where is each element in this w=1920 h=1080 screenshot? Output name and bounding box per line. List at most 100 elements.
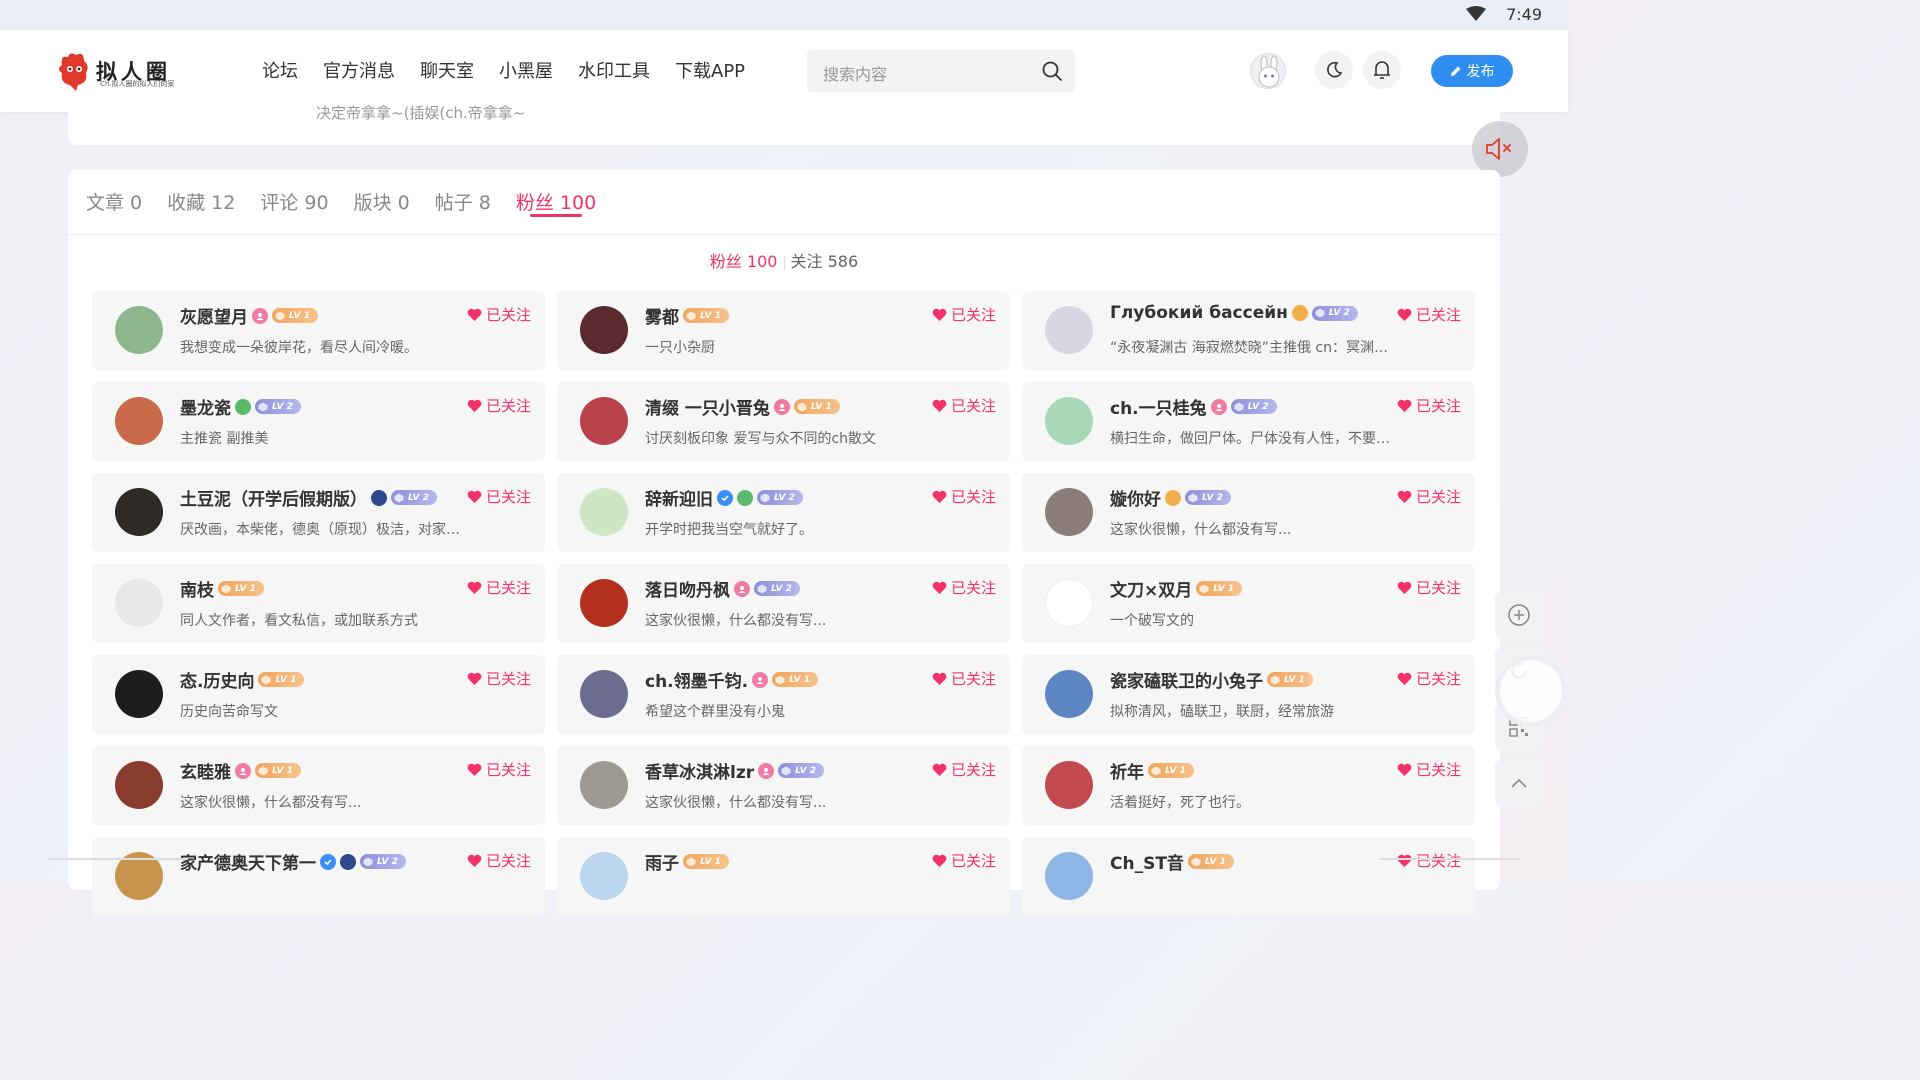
fan-name[interactable]: 雨子 bbox=[645, 849, 679, 874]
fan-card[interactable]: 灰愿望月 LV 1 我想变成一朵彼岸花，看尽人间冷暖。 已关注 bbox=[92, 291, 545, 370]
fan-name[interactable]: 土豆泥（开学后假期版） bbox=[180, 485, 367, 510]
fan-card[interactable]: 态.历史向 LV 1 历史向苦命写文 已关注 bbox=[92, 655, 545, 734]
fan-name[interactable]: 玄睦雅 bbox=[180, 758, 231, 783]
fan-card[interactable]: ch.翎墨千钧. LV 1 希望这个群里没有小鬼 已关注 bbox=[557, 655, 1010, 734]
fan-avatar[interactable] bbox=[1045, 579, 1093, 627]
assistive-touch-button[interactable] bbox=[1495, 655, 1567, 727]
fan-name[interactable]: 南枝 bbox=[180, 576, 214, 601]
fan-avatar[interactable] bbox=[115, 670, 163, 718]
search-input[interactable]: 搜索内容 bbox=[823, 61, 887, 85]
nav-forum[interactable]: 论坛 bbox=[262, 57, 298, 83]
fan-card[interactable]: 瓷家磕联卫的小兔子 LV 1 拟称清风，磕联卫，联厨，经常旅游 已关注 bbox=[1022, 655, 1475, 734]
tab-boards[interactable]: 版块 0 bbox=[354, 186, 410, 234]
followed-button[interactable]: 已关注 bbox=[932, 759, 996, 780]
fan-card[interactable]: 清缀 一只小晋兔 LV 1 讨厌刻板印象 爱写与众不同的ch散文 已关注 bbox=[557, 382, 1010, 461]
followed-button[interactable]: 已关注 bbox=[1397, 668, 1461, 689]
fan-card[interactable]: 土豆泥（开学后假期版） LV 2 厌改画，本柴佬，德奥（原现）极洁，对家别来（… 已关… bbox=[92, 473, 545, 552]
followed-button[interactable]: 已关注 bbox=[1397, 577, 1461, 598]
add-button[interactable] bbox=[1495, 591, 1543, 639]
fan-avatar[interactable] bbox=[1045, 306, 1093, 354]
fan-avatar[interactable] bbox=[580, 488, 628, 536]
fan-avatar[interactable] bbox=[115, 306, 163, 354]
fan-name[interactable]: 文刀×双月 bbox=[1110, 576, 1192, 601]
tab-favorites[interactable]: 收藏 12 bbox=[167, 186, 235, 234]
fan-name[interactable]: 态.历史向 bbox=[180, 667, 254, 692]
fan-name[interactable]: 辞新迎旧 bbox=[645, 485, 713, 510]
search-icon[interactable] bbox=[1041, 60, 1063, 82]
fan-name[interactable]: 家产德奥天下第一 bbox=[180, 849, 316, 874]
fan-card[interactable]: 玄睦雅 LV 1 这家伙很懒，什么都没有写... 已关注 bbox=[92, 746, 545, 825]
fan-card[interactable]: 南枝 LV 1 同人文作者，看文私信，或加联系方式 已关注 bbox=[92, 564, 545, 643]
fan-card[interactable]: 雾都 LV 1 一只小杂厨 已关注 bbox=[557, 291, 1010, 370]
fan-card[interactable]: Глубокий бассейн LV 2 “永夜凝渊古 海寂燃焚晓”主推俄 cn：… bbox=[1022, 291, 1475, 370]
fan-name[interactable]: 落日吻丹枫 bbox=[645, 576, 730, 601]
fan-card[interactable]: 雨子 LV 1 已关注 bbox=[557, 837, 1010, 916]
fan-name[interactable]: 雾都 bbox=[645, 303, 679, 328]
fan-name[interactable]: Глубокий бассейн bbox=[1110, 303, 1288, 323]
followed-button[interactable]: 已关注 bbox=[1397, 850, 1461, 871]
fan-name[interactable]: Ch_ST音 bbox=[1110, 849, 1184, 874]
site-logo[interactable]: 拟人圈 Ch.拟人圈的拟人们的家 bbox=[56, 50, 186, 92]
nav-watermark-tool[interactable]: 水印工具 bbox=[578, 57, 650, 83]
followed-button[interactable]: 已关注 bbox=[467, 668, 531, 689]
fan-card[interactable]: 辞新迎旧 LV 2 开学时把我当空气就好了。 已关注 bbox=[557, 473, 1010, 552]
followed-button[interactable]: 已关注 bbox=[932, 395, 996, 416]
fan-avatar[interactable] bbox=[580, 761, 628, 809]
fan-avatar[interactable] bbox=[580, 306, 628, 354]
fan-name[interactable]: 墨龙瓷 bbox=[180, 394, 231, 419]
publish-button[interactable]: 发布 bbox=[1431, 55, 1513, 87]
fan-name[interactable]: 嫙你好 bbox=[1110, 485, 1161, 510]
followed-button[interactable]: 已关注 bbox=[1397, 486, 1461, 507]
fan-avatar[interactable] bbox=[115, 579, 163, 627]
followed-button[interactable]: 已关注 bbox=[467, 850, 531, 871]
nav-download-app[interactable]: 下载APP bbox=[675, 57, 745, 83]
fan-card[interactable]: 家产德奥天下第一 LV 2 已关注 bbox=[92, 837, 545, 916]
fan-card[interactable]: 嫙你好 LV 2 这家伙很懒，什么都没有写... 已关注 bbox=[1022, 473, 1475, 552]
search-box[interactable]: 搜索内容 bbox=[807, 50, 1075, 92]
nav-official-news[interactable]: 官方消息 bbox=[323, 57, 395, 83]
notifications-button[interactable] bbox=[1363, 51, 1401, 89]
fan-avatar[interactable] bbox=[1045, 761, 1093, 809]
followed-button[interactable]: 已关注 bbox=[467, 395, 531, 416]
user-avatar[interactable] bbox=[1250, 53, 1286, 89]
nav-chatroom[interactable]: 聊天室 bbox=[420, 57, 474, 83]
fan-card[interactable]: 文刀×双月 LV 1 一个破写文的 已关注 bbox=[1022, 564, 1475, 643]
fan-card[interactable]: 祈年 LV 1 活着挺好，死了也行。 已关注 bbox=[1022, 746, 1475, 825]
tab-comments[interactable]: 评论 90 bbox=[260, 186, 328, 234]
back-to-top-button[interactable] bbox=[1495, 759, 1543, 807]
followed-button[interactable]: 已关注 bbox=[467, 577, 531, 598]
fan-avatar[interactable] bbox=[580, 852, 628, 900]
fan-name[interactable]: 祈年 bbox=[1110, 758, 1144, 783]
nav-blackroom[interactable]: 小黑屋 bbox=[499, 57, 553, 83]
fan-avatar[interactable] bbox=[1045, 670, 1093, 718]
fan-avatar[interactable] bbox=[115, 761, 163, 809]
followed-button[interactable]: 已关注 bbox=[467, 304, 531, 325]
fan-avatar[interactable] bbox=[115, 397, 163, 445]
followed-button[interactable]: 已关注 bbox=[1397, 395, 1461, 416]
followed-button[interactable]: 已关注 bbox=[1397, 304, 1461, 325]
fan-avatar[interactable] bbox=[115, 488, 163, 536]
fan-name[interactable]: 清缀 一只小晋兔 bbox=[645, 394, 770, 419]
followed-button[interactable]: 已关注 bbox=[932, 850, 996, 871]
tab-fans[interactable]: 粉丝 100 bbox=[516, 186, 596, 234]
fan-card[interactable]: ch.一只桂兔 LV 2 横扫生命，做回尸体。尸体没有人性，不要虐尸，… 已关注 bbox=[1022, 382, 1475, 461]
followed-button[interactable]: 已关注 bbox=[1397, 759, 1461, 780]
followed-button[interactable]: 已关注 bbox=[467, 759, 531, 780]
fan-card[interactable]: 香草冰淇淋lzr LV 2 这家伙很懒，什么都没有写... 已关注 bbox=[557, 746, 1010, 825]
fan-avatar[interactable] bbox=[1045, 488, 1093, 536]
followed-button[interactable]: 已关注 bbox=[467, 486, 531, 507]
followed-button[interactable]: 已关注 bbox=[932, 304, 996, 325]
followed-button[interactable]: 已关注 bbox=[932, 486, 996, 507]
fan-avatar[interactable] bbox=[1045, 852, 1093, 900]
fan-avatar[interactable] bbox=[580, 397, 628, 445]
dark-mode-toggle[interactable] bbox=[1315, 51, 1353, 89]
subtab-following[interactable]: 关注 586 bbox=[791, 252, 859, 271]
tab-articles[interactable]: 文章 0 bbox=[86, 186, 142, 234]
fan-avatar[interactable] bbox=[580, 579, 628, 627]
fan-name[interactable]: 瓷家磕联卫的小兔子 bbox=[1110, 667, 1263, 692]
fan-name[interactable]: ch.翎墨千钧. bbox=[645, 667, 748, 692]
followed-button[interactable]: 已关注 bbox=[932, 668, 996, 689]
fan-name[interactable]: ch.一只桂兔 bbox=[1110, 394, 1207, 419]
fan-name[interactable]: 灰愿望月 bbox=[180, 303, 248, 328]
fan-card[interactable]: 墨龙瓷 LV 2 主推瓷 副推美 已关注 bbox=[92, 382, 545, 461]
